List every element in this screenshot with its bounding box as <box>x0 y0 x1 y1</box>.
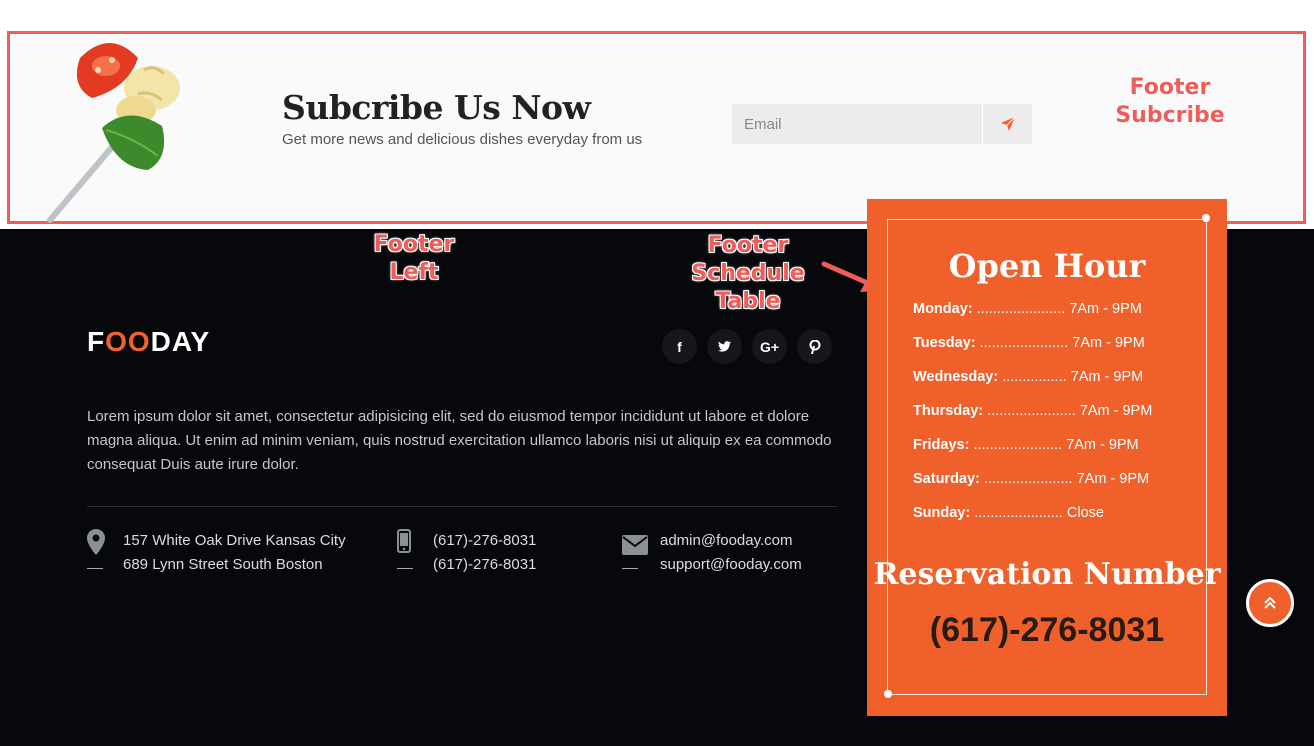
hours-value: 7Am - 9PM <box>1066 437 1139 453</box>
footer-subscribe: Subcribe Us Now Get more news and delici… <box>0 0 1314 229</box>
annotation-footer-left: Footer Left <box>373 232 455 285</box>
subscribe-send-button[interactable] <box>982 104 1032 144</box>
contact-phone: (617)-276-8031 (617)-276-8031 <box>397 529 536 577</box>
address-line-1: 157 White Oak Drive Kansas City <box>123 532 346 549</box>
address-line-2: 689 Lynn Street South Boston <box>123 556 323 573</box>
contact-address: 157 White Oak Drive Kansas City 689 Lynn… <box>87 529 346 577</box>
day-label: Sunday: <box>913 505 971 521</box>
email-line-1[interactable]: admin@fooday.com <box>660 529 802 553</box>
hours-value: 7Am - 9PM <box>1072 335 1145 351</box>
hours-value: 7Am - 9PM <box>1069 301 1142 317</box>
hours-row-friday: Fridays: ...................... 7Am - 9P… <box>913 437 1213 471</box>
envelope-icon <box>622 529 648 569</box>
dot-leader: ...................... <box>976 301 1066 317</box>
dot-leader: ...................... <box>973 437 1063 453</box>
reservation-title: Reservation Number <box>873 557 1221 592</box>
dot-leader: ...................... <box>983 471 1073 487</box>
facebook-icon[interactable]: f <box>662 329 697 364</box>
hours-row-tuesday: Tuesday: ...................... 7Am - 9P… <box>913 335 1213 369</box>
google-plus-label: G+ <box>759 338 780 355</box>
envelope-glyph <box>622 535 648 555</box>
dot-leader: ................ <box>1002 369 1067 385</box>
footer-about-text: Lorem ipsum dolor sit amet, consectetur … <box>87 408 832 473</box>
phone-line-2[interactable]: (617)-276-8031 <box>433 553 536 577</box>
mobile-phone-icon <box>397 529 421 569</box>
twitter-icon[interactable] <box>707 329 742 364</box>
hours-value: 7Am - 9PM <box>1070 369 1144 385</box>
address-lines: 157 White Oak Drive Kansas City 689 Lynn… <box>123 529 346 577</box>
footer-schedule-table: Open Hour Monday: ......................… <box>867 199 1227 716</box>
dot-leader: ...................... <box>987 403 1076 419</box>
day-label: Thursday: <box>913 403 984 419</box>
hours-row-monday: Monday: ...................... 7Am - 9PM <box>913 301 1213 335</box>
logo-o-1: O <box>105 326 128 357</box>
annotation-footer-schedule: Footer Schedule Table <box>691 233 805 314</box>
pasta-fork-image <box>47 43 180 223</box>
day-label: Tuesday: <box>913 335 976 351</box>
dot-leader: ...................... <box>979 335 1069 351</box>
map-pin-glyph <box>87 529 105 555</box>
double-chevron-up-icon <box>1264 596 1276 609</box>
frame-corner-dot <box>1202 214 1210 222</box>
hours-value: 7Am - 9PM <box>1079 403 1153 419</box>
annotation-footer-subscribe: Footer Subcribe <box>1115 75 1225 128</box>
pinterest-p-icon <box>809 339 820 354</box>
twitter-bird-icon <box>718 341 731 352</box>
logo-letter: F <box>87 326 106 357</box>
day-label: Wednesday: <box>913 369 999 385</box>
hours-row-sunday: Sunday: ...................... Close <box>913 505 1213 539</box>
map-pin-icon <box>87 529 111 569</box>
google-plus-icon[interactable]: G+ <box>752 329 787 364</box>
day-label: Saturday: <box>913 471 980 487</box>
email-line-2[interactable]: support@fooday.com <box>660 553 802 577</box>
logo-letters: DAY <box>150 326 211 357</box>
subscribe-form <box>732 104 1032 144</box>
subscribe-title: Subcribe Us Now <box>282 88 591 127</box>
hours-row-thursday: Thursday: ...................... 7Am - 9… <box>913 403 1213 437</box>
day-label: Fridays: <box>913 437 970 453</box>
phone-lines: (617)-276-8031 (617)-276-8031 <box>433 529 536 577</box>
subscribe-subtitle: Get more news and delicious dishes every… <box>282 131 643 148</box>
paper-plane-icon <box>1000 116 1015 131</box>
facebook-label: f <box>677 338 682 355</box>
frame-corner-dot <box>884 690 892 698</box>
hours-row-saturday: Saturday: ...................... 7Am - 9… <box>913 471 1213 505</box>
hours-row-wednesday: Wednesday: ................ 7Am - 9PM <box>913 369 1213 403</box>
phone-glyph <box>397 529 411 553</box>
logo-o-2: O <box>127 326 151 357</box>
email-lines: admin@fooday.com support@fooday.com <box>660 529 802 577</box>
day-label: Monday: <box>913 301 973 317</box>
fooday-logo[interactable]: FOODAY <box>87 326 210 358</box>
pinterest-icon[interactable] <box>797 329 832 364</box>
hours-value: 7Am - 9PM <box>1076 471 1150 487</box>
hours-value: Close <box>1066 505 1104 521</box>
social-links: f G+ <box>662 329 832 364</box>
opening-hours-list: Monday: ...................... 7Am - 9PM… <box>913 301 1213 539</box>
back-to-top-button[interactable] <box>1246 579 1294 627</box>
reservation-number[interactable]: (617)-276-8031 <box>867 611 1227 650</box>
contact-email: admin@fooday.com support@fooday.com <box>622 529 802 577</box>
footer-divider <box>87 506 837 507</box>
email-input[interactable] <box>732 104 982 144</box>
phone-line-1[interactable]: (617)-276-8031 <box>433 529 536 553</box>
dot-leader: ...................... <box>974 505 1063 521</box>
open-hour-title: Open Hour <box>948 247 1146 285</box>
